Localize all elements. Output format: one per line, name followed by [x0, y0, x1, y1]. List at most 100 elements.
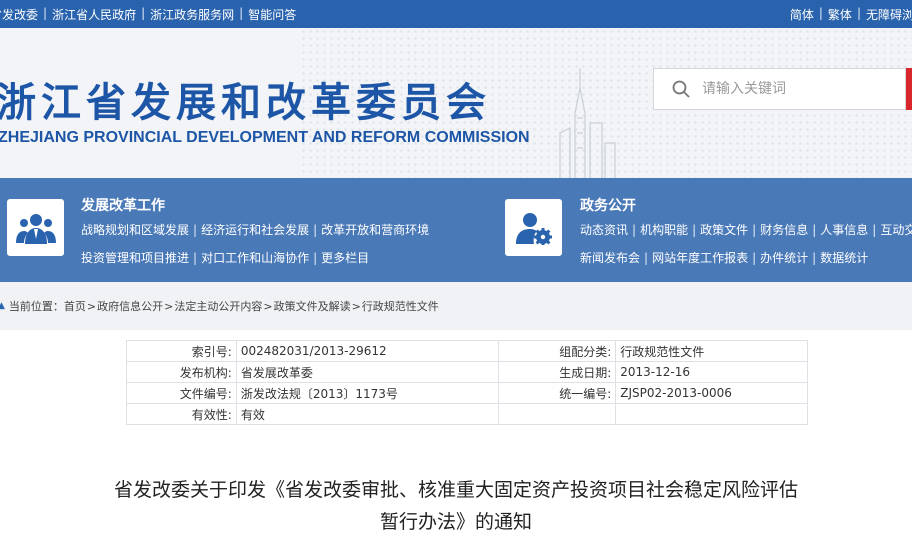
nav-public-title[interactable]: 政务公开 [580, 195, 636, 215]
meta-key: 统一编号: [498, 382, 617, 404]
divider: | [812, 223, 817, 237]
search-input[interactable] [702, 81, 902, 97]
divider: | [644, 251, 649, 265]
location-icon: ▲ [0, 301, 5, 311]
document-metadata-table: 索引号: 002482031/2013-29612 组配分类: 行政规范性文件 … [126, 340, 808, 425]
top-link-fgw[interactable]: 省发改委 [0, 6, 38, 23]
lang-traditional[interactable]: 繁体 [828, 6, 852, 23]
meta-key: 组配分类: [498, 340, 617, 362]
breadcrumb: ▲ 当前位置： 首页 > 政府信息公开 > 法定主动公开内容 > 政策文件及解读 > 行… [0, 282, 912, 330]
divider: | [692, 223, 697, 237]
breadcrumb-policy[interactable]: 政策文件及解读 [274, 298, 351, 314]
divider: | [239, 6, 244, 20]
site-title-cn: 浙江省发展和改革委员会 [0, 79, 491, 126]
divider: | [193, 251, 198, 265]
document-title-line-1: 省发改委关于印发《省发改委审批、核准重大固定资产投资项目社会稳定风险评估 [113, 479, 798, 501]
breadcrumb-info-public[interactable]: 政府信息公开 [97, 298, 163, 314]
meta-key [498, 403, 617, 425]
meta-key: 文件编号: [126, 382, 237, 404]
nav-link-cooperation[interactable]: 对口工作和山海协作 [201, 251, 309, 265]
top-links-right: 简体 | 繁体 | 无障碍浏览 [790, 6, 912, 23]
table-row: 文件编号: 浙发改法规〔2013〕1173号 统一编号: ZJSP02-2013… [126, 382, 808, 404]
meta-key: 有效性: [126, 403, 237, 425]
divider: | [313, 223, 318, 237]
breadcrumb-legal[interactable]: 法定主动公开内容 [174, 298, 262, 314]
table-row: 索引号: 002482031/2013-29612 组配分类: 行政规范性文件 [126, 340, 808, 362]
nav-link-case-stats[interactable]: 办件统计 [760, 251, 808, 265]
breadcrumb-separator: > [86, 299, 97, 313]
document-title: 省发改委关于印发《省发改委审批、核准重大固定资产投资项目社会稳定风险评估 暂行办… [0, 474, 912, 538]
breadcrumb-prefix: 当前位置： [8, 300, 64, 313]
breadcrumb-current[interactable]: 行政规范性文件 [362, 298, 439, 314]
meta-key: 索引号: [126, 340, 237, 362]
search-box [653, 68, 906, 110]
breadcrumb-home[interactable]: 首页 [64, 298, 86, 314]
table-row: 发布机构: 省发展改革委 生成日期: 2013-12-16 [126, 361, 808, 383]
nav-public-row1: 动态资讯|机构职能|政策文件|财务信息|人事信息|互动交流 [580, 216, 912, 244]
nav-link-policy[interactable]: 政策文件 [700, 223, 748, 237]
site-title-en: ZHEJIANG PROVINCIAL DEVELOPMENT AND REFO… [0, 129, 530, 146]
table-row: 有效性: 有效 [126, 403, 808, 425]
nav-link-annual-report[interactable]: 网站年度工作报表 [652, 251, 748, 265]
search-icon[interactable] [672, 80, 690, 98]
breadcrumb-separator: > [263, 299, 273, 313]
nav-work-row2: 投资管理和项目推进 | 对口工作和山海协作 | 更多栏目 [81, 244, 369, 272]
divider: | [818, 6, 823, 20]
divider: | [141, 6, 146, 20]
nav-link-strategy[interactable]: 战略规划和区域发展 [81, 223, 189, 237]
meta-value [615, 403, 808, 425]
nav-link-functions[interactable]: 机构职能 [640, 223, 688, 237]
nav-block-public: 政务公开 动态资讯|机构职能|政策文件|财务信息|人事信息|互动交流 新闻发布会… [480, 178, 912, 282]
nav-link-investment[interactable]: 投资管理和项目推进 [81, 251, 189, 265]
meta-value: 有效 [235, 403, 500, 425]
divider: | [632, 223, 637, 237]
nav-link-press[interactable]: 新闻发布会 [580, 251, 640, 265]
nav-work-row1: 战略规划和区域发展 | 经济运行和社会发展 | 改革开放和营商环境 [81, 216, 429, 244]
accessibility-link[interactable]: 无障碍浏览 [866, 6, 912, 23]
meta-value: 2013-12-16 [615, 361, 808, 383]
nav-public-icon-box[interactable] [505, 199, 562, 256]
top-link-gov[interactable]: 浙江省人民政府 [52, 6, 136, 23]
breadcrumb-separator: > [351, 299, 361, 313]
divider: | [193, 223, 198, 237]
nav-link-data-stats[interactable]: 数据统计 [820, 251, 868, 265]
divider: | [752, 251, 757, 265]
nav-link-economy[interactable]: 经济运行和社会发展 [201, 223, 309, 237]
divider: | [43, 6, 48, 20]
meta-key: 生成日期: [498, 361, 617, 383]
meta-value: 浙发改法规〔2013〕1173号 [235, 382, 500, 404]
nav-work-title[interactable]: 发展改革工作 [81, 195, 165, 215]
people-group-icon [15, 213, 56, 244]
meta-value: 002482031/2013-29612 [235, 340, 500, 362]
nav-public-row2: 新闻发布会 | 网站年度工作报表 | 办件统计 | 数据统计 [580, 244, 868, 272]
breadcrumb-separator: > [164, 299, 174, 313]
divider: | [872, 223, 877, 237]
nav-link-more[interactable]: 更多栏目 [321, 251, 369, 265]
main-nav-band: 发展改革工作 战略规划和区域发展 | 经济运行和社会发展 | 改革开放和营商环境 投资管… [0, 178, 912, 282]
divider: | [856, 6, 861, 20]
nav-link-reform[interactable]: 改革开放和营商环境 [321, 223, 429, 237]
top-link-service[interactable]: 浙江政务服务网 [150, 6, 234, 23]
user-settings-icon [515, 212, 552, 245]
divider: | [313, 251, 318, 265]
top-links-left: 省发改委 | 浙江省人民政府 | 浙江政务服务网 | 智能问答 [0, 6, 296, 23]
top-utility-bar: 省发改委 | 浙江省人民政府 | 浙江政务服务网 | 智能问答 简体 | 繁体 … [0, 0, 912, 28]
meta-key: 发布机构: [126, 361, 237, 383]
nav-link-personnel[interactable]: 人事信息 [820, 223, 868, 237]
divider: | [752, 223, 757, 237]
divider: | [812, 251, 817, 265]
document-title-line-2: 暂行办法》的通知 [379, 511, 532, 533]
nav-link-interaction[interactable]: 互动交流 [880, 223, 912, 237]
meta-value: 行政规范性文件 [615, 340, 808, 362]
meta-value: ZJSP02-2013-0006 [615, 382, 808, 404]
nav-work-icon-box[interactable] [7, 199, 64, 256]
nav-block-work: 发展改革工作 战略规划和区域发展 | 经济运行和社会发展 | 改革开放和营商环境 投资管… [0, 178, 480, 282]
nav-link-news[interactable]: 动态资讯 [580, 223, 628, 237]
search-button[interactable] [906, 68, 912, 110]
site-header: 浙江省发展和改革委员会 ZHEJIANG PROVINCIAL DEVELOPM… [0, 28, 912, 178]
top-link-qa[interactable]: 智能问答 [248, 6, 296, 23]
lang-simplified[interactable]: 简体 [790, 6, 814, 23]
city-skyline-graphic [559, 68, 616, 178]
meta-value: 省发展改革委 [235, 361, 500, 383]
nav-link-finance[interactable]: 财务信息 [760, 223, 808, 237]
